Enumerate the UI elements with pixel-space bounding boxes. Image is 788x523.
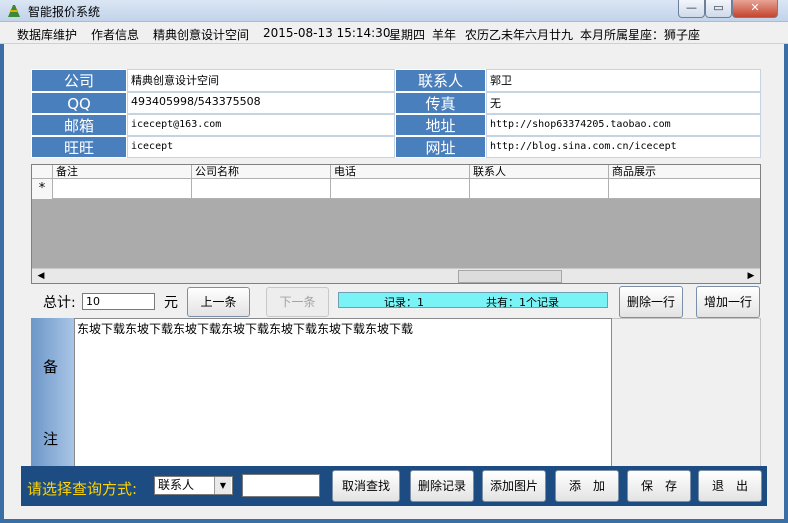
cell-notes[interactable] <box>52 179 192 199</box>
cancel-search-button[interactable]: 取消查找 <box>332 470 400 502</box>
email-value: icecept@163.com <box>127 114 395 136</box>
grid-header: 备注 公司名称 电话 联系人 商品展示 <box>32 165 760 179</box>
horizontal-scrollbar[interactable]: ◀ ▶ <box>32 268 760 283</box>
table-row[interactable]: * <box>32 179 760 199</box>
dropdown-arrow-icon[interactable]: ▼ <box>214 477 231 494</box>
delete-record-button[interactable]: 删除记录 <box>410 470 474 502</box>
currency-label: 元 <box>164 295 178 311</box>
contact-value: 郭卫 <box>486 69 761 92</box>
lunar-date: 农历乙未年六月廿九 <box>465 28 574 42</box>
add-picture-button[interactable]: 添加图片 <box>482 470 546 502</box>
record-count: 共有：1个记录 <box>486 296 559 309</box>
notes-textarea[interactable]: 东坡下载东坡下载东坡下载东坡下载东坡下载东坡下载东坡下载 <box>74 318 612 470</box>
previous-record-button[interactable]: 上一条 <box>187 287 250 317</box>
record-indicator: 记录：1 <box>384 296 424 309</box>
delete-row-button[interactable]: 删除一行 <box>619 286 683 318</box>
notes-label-panel: 备 注 <box>31 318 74 470</box>
scroll-left-icon[interactable]: ◀ <box>34 270 48 283</box>
company-label: 公司 <box>31 69 127 92</box>
cell-contact[interactable] <box>469 179 609 199</box>
minimize-button[interactable]: — <box>678 0 705 18</box>
menu-database-maintenance[interactable]: 数据库维护 <box>17 26 77 43</box>
column-header-notes[interactable]: 备注 <box>52 165 195 179</box>
save-button[interactable]: 保 存 <box>627 470 691 502</box>
total-input[interactable]: 10 <box>82 293 155 310</box>
zodiac-year: 羊年 <box>432 28 457 42</box>
column-header-product[interactable]: 商品展示 <box>608 165 764 179</box>
query-method-label: 请选择查询方式: <box>27 480 138 498</box>
total-label: 总计: <box>43 295 76 311</box>
address-label: 地址 <box>395 114 486 136</box>
contact-label: 联系人 <box>395 69 486 92</box>
records-grid[interactable]: 备注 公司名称 电话 联系人 商品展示 * ◀ ▶ <box>31 164 761 284</box>
cell-company[interactable] <box>191 179 331 199</box>
app-icon <box>6 3 22 19</box>
website-value: http://blog.sina.com.cn/icecept <box>486 136 761 158</box>
constellation: 本月所属星座：狮子座 <box>580 28 701 42</box>
fax-label: 传真 <box>395 92 486 114</box>
menu-studio[interactable]: 精典创意设计空间 <box>153 26 249 43</box>
scroll-thumb[interactable] <box>458 270 562 283</box>
company-value: 精典创意设计空间 <box>127 69 395 92</box>
wangwang-label: 旺旺 <box>31 136 127 158</box>
website-label: 网址 <box>395 136 486 158</box>
exit-button[interactable]: 退 出 <box>698 470 762 502</box>
notes-label-bottom: 注 <box>43 430 59 448</box>
column-header-company[interactable]: 公司名称 <box>191 165 334 179</box>
scroll-right-icon[interactable]: ▶ <box>744 270 758 283</box>
record-status-bar: 记录：1 共有：1个记录 <box>338 292 608 309</box>
cell-product[interactable] <box>608 179 761 199</box>
cell-phone[interactable] <box>330 179 470 199</box>
address-value: http://shop63374205.taobao.com <box>486 114 761 136</box>
column-header-phone[interactable]: 电话 <box>330 165 473 179</box>
fax-value: 无 <box>486 92 761 114</box>
query-input[interactable] <box>242 474 320 497</box>
weekday: 星期四 <box>389 28 426 42</box>
close-button[interactable]: ✕ <box>732 0 778 18</box>
wangwang-value: icecept <box>127 136 395 158</box>
email-label: 邮箱 <box>31 114 127 136</box>
qq-value: 493405998/543375508 <box>127 92 395 114</box>
add-button[interactable]: 添 加 <box>555 470 619 502</box>
row-indicator-icon: * <box>32 179 52 199</box>
notes-side-panel <box>612 318 761 470</box>
title-bar <box>0 0 788 22</box>
maximize-button[interactable]: ▭ <box>705 0 732 18</box>
window-title: 智能报价系统 <box>28 5 101 19</box>
add-row-button[interactable]: 增加一行 <box>696 286 760 318</box>
next-record-button[interactable]: 下一条 <box>266 287 329 317</box>
current-datetime: 2015-08-13 15:14:30 <box>263 26 391 40</box>
menu-author-info[interactable]: 作者信息 <box>91 26 139 43</box>
qq-label: QQ <box>31 92 127 114</box>
menu-bar: 数据库维护 作者信息 精典创意设计空间 2015-08-13 15:14:30 … <box>0 22 788 44</box>
column-header-contact[interactable]: 联系人 <box>469 165 612 179</box>
notes-label-top: 备 <box>43 358 59 376</box>
